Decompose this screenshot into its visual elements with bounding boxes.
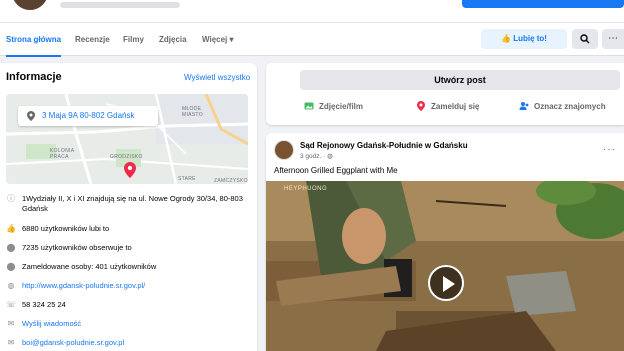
messenger-icon: ✉ <box>7 319 15 328</box>
more-horizontal-icon: ⋯ <box>608 33 618 44</box>
post-author[interactable]: Sąd Rejonowy Gdańsk-Południe w Gdańsku <box>300 141 468 150</box>
see-all-link[interactable]: Wyświetl wszystko <box>184 73 250 82</box>
map-label-mlode-miasto: MŁODE MIASTO <box>182 106 203 118</box>
tab-home[interactable]: Strona główna <box>6 23 62 57</box>
info-row-phone: ☏ 58 324 25 24 <box>6 300 66 309</box>
followers-icon: ⬤ <box>6 243 16 252</box>
info-row-checkins: ⬤ Zameldowane osoby: 401 użytkowników <box>6 262 157 271</box>
check-in-action[interactable]: Zamelduj się <box>416 101 479 111</box>
photo-video-action[interactable]: Zdjęcie/film <box>304 101 363 111</box>
tab-reviews[interactable]: Recenzje <box>75 23 110 57</box>
tag-friends-icon <box>519 102 529 110</box>
send-message-button[interactable] <box>462 0 624 8</box>
phone-icon: ☏ <box>6 300 17 309</box>
globe-icon: ◍ <box>327 153 333 160</box>
map-label-zamczysko: ZAMCZYSKO <box>214 178 248 184</box>
like-page-button[interactable]: 👍 Lubię to! <box>481 29 567 49</box>
create-post-button[interactable]: Utwórz post <box>300 70 620 90</box>
info-row-description: ⓘ 1Wydziały II, X i XI znajdują się na u… <box>7 194 243 213</box>
info-row-likes: 👍 6880 użytkowników lubi to <box>6 224 110 233</box>
info-row-email[interactable]: ✉ boi@gdansk-poludnie.sr.gov.pl <box>6 338 124 348</box>
location-map[interactable]: 3 Maja 9A 80-802 Gdańsk MŁODE MIASTO KOL… <box>6 94 248 184</box>
video-watermark: HEYPHUONG <box>284 186 328 192</box>
tab-more[interactable]: Więcej ▾ <box>202 23 234 57</box>
info-icon: ⓘ <box>7 194 15 203</box>
post-time[interactable]: 3 godz. · ◍ <box>300 152 333 160</box>
tab-videos[interactable]: Filmy <box>123 23 144 57</box>
info-row-followers: ⬤ 7235 użytkowników obserwuje to <box>6 243 132 252</box>
thumbs-up-icon: 👍 <box>6 224 16 233</box>
email-icon: ✉ <box>7 338 15 347</box>
search-icon <box>580 34 590 44</box>
location-pin-icon <box>27 111 35 121</box>
post-options-icon[interactable]: ··· <box>603 144 616 155</box>
map-address: 3 Maja 9A 80-802 Gdańsk <box>42 111 135 120</box>
page-name-cropped <box>60 2 180 8</box>
post-author-avatar[interactable] <box>274 140 294 160</box>
more-options-button[interactable]: ⋯ <box>602 29 624 49</box>
post-text: Afternoon Grilled Eggplant with Me <box>274 166 398 175</box>
search-button[interactable] <box>572 29 598 49</box>
map-address-box[interactable]: 3 Maja 9A 80-802 Gdańsk <box>18 106 158 126</box>
info-row-message[interactable]: ✉ Wyślij wiadomość <box>6 319 81 329</box>
map-marker-icon <box>124 162 136 178</box>
tag-friends-action[interactable]: Oznacz znajomych <box>519 101 606 111</box>
like-button-label: Lubię to! <box>513 34 547 43</box>
play-button[interactable] <box>428 265 464 301</box>
photo-icon <box>304 102 314 110</box>
map-label-grodzisko: GRODZISKO <box>110 154 143 160</box>
location-icon: ⬤ <box>6 262 16 271</box>
map-label-kolonia-praca: KOLONIA PRACA <box>50 148 75 160</box>
tab-photos[interactable]: Zdjęcia <box>159 23 187 57</box>
info-row-website[interactable]: ◍ http://www.gdansk-poludnie.sr.gov.pl/ <box>6 281 146 291</box>
globe-icon: ◍ <box>7 281 15 290</box>
map-label-stare: STARE <box>178 176 196 182</box>
info-title: Informacje <box>6 71 62 83</box>
location-pin-icon <box>417 101 425 111</box>
thumbs-up-icon: 👍 <box>501 34 511 43</box>
